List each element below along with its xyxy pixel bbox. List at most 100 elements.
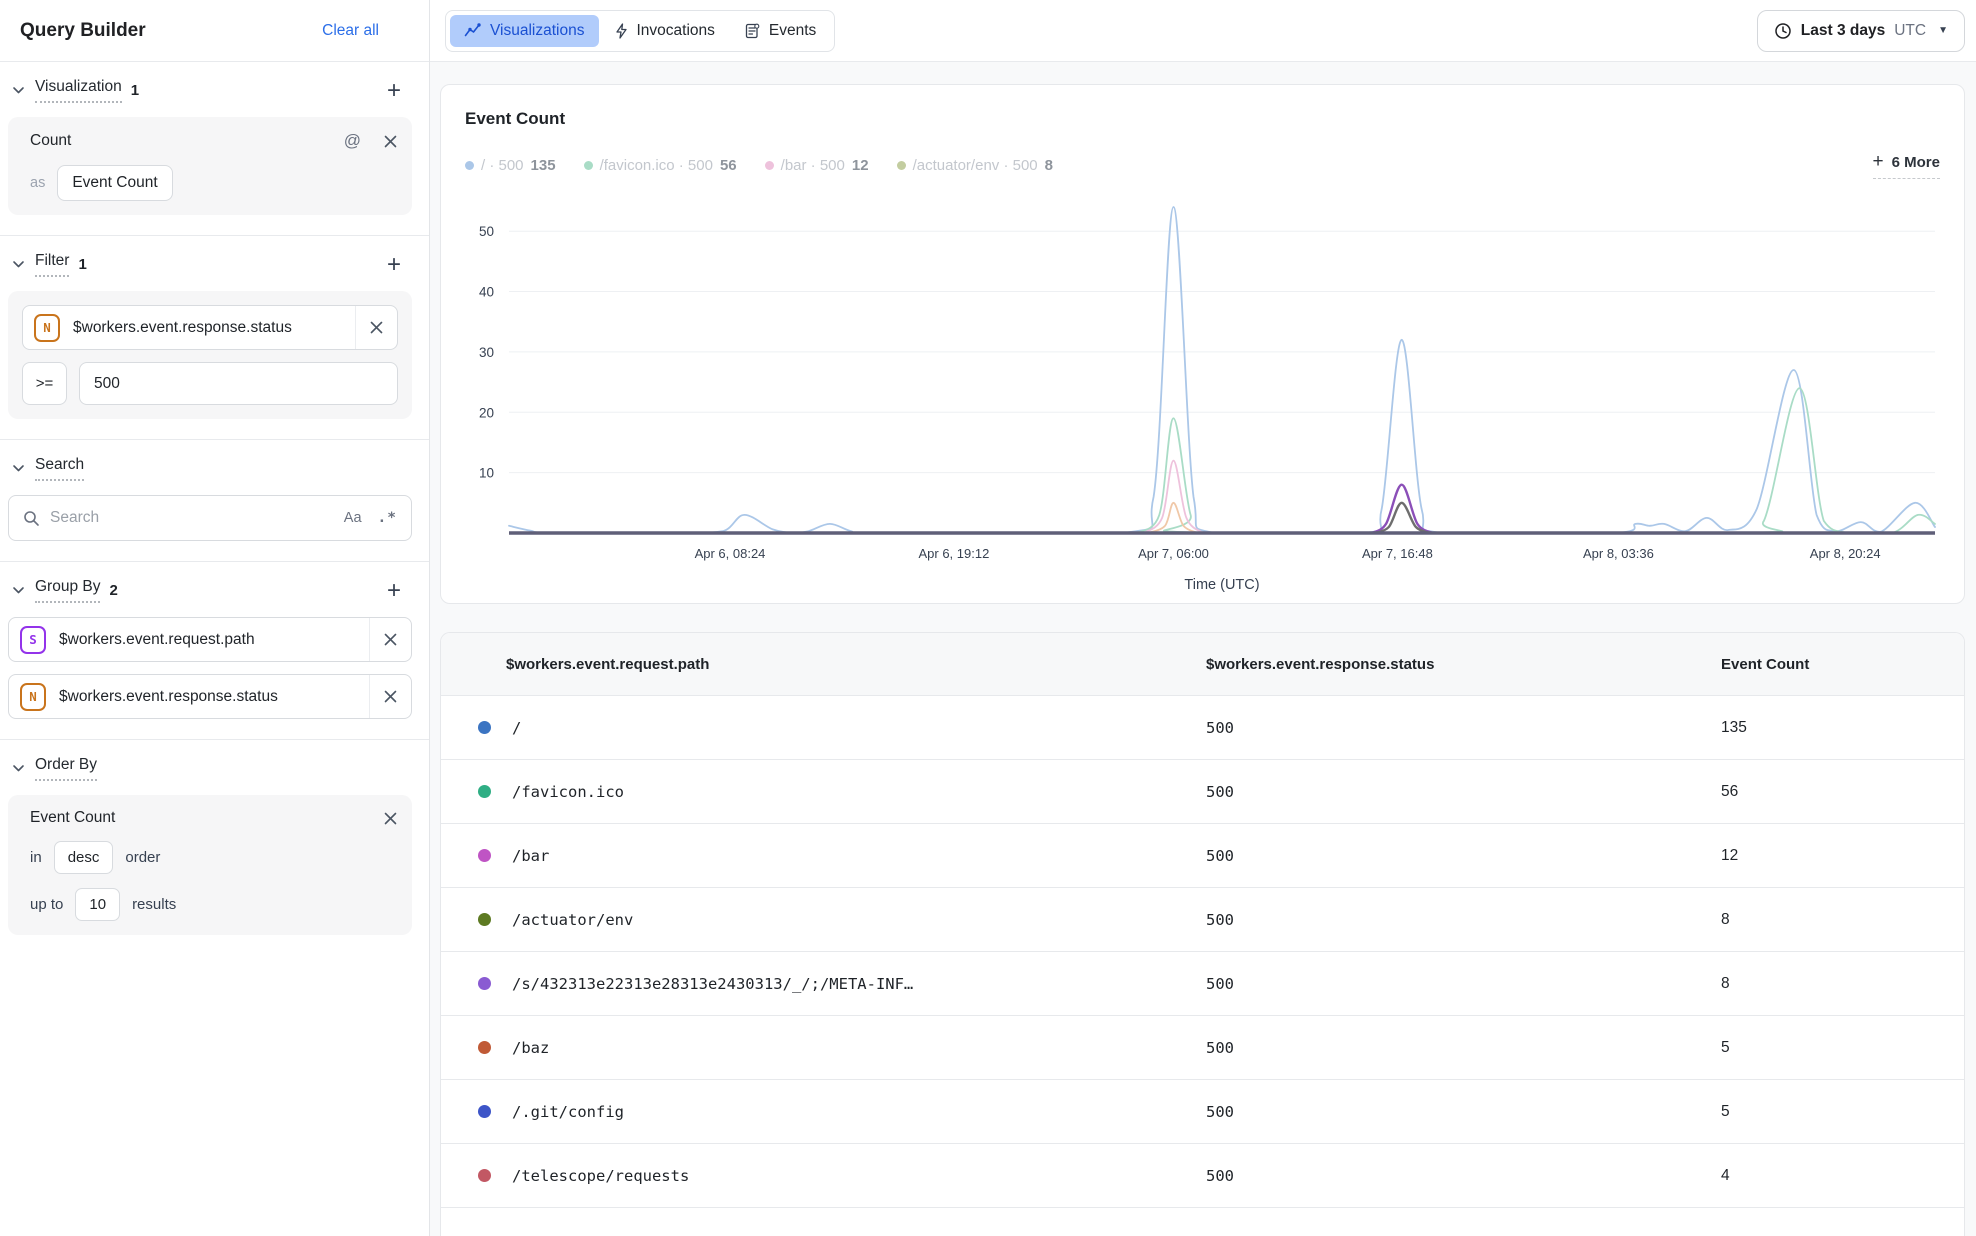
legend-label: /favicon.ico · 500 — [600, 157, 713, 174]
column-header-count[interactable]: Event Count — [1721, 656, 1964, 673]
legend-value: 56 — [720, 157, 737, 174]
case-sensitive-toggle[interactable]: Aa — [344, 510, 362, 526]
time-range-label: Last 3 days — [1801, 22, 1885, 40]
chevron-down-icon[interactable] — [12, 86, 25, 95]
plus-icon: + — [1873, 151, 1884, 173]
count-cell: 56 — [1721, 783, 1964, 801]
table-row[interactable]: /.git/config5005 — [441, 1080, 1964, 1144]
more-series-button[interactable]: + 6 More — [1873, 151, 1940, 179]
visualization-card: Count @ as Event Count — [8, 117, 412, 215]
remove-chip-button[interactable] — [369, 675, 411, 718]
more-label: 6 More — [1892, 154, 1940, 171]
view-tabs: Visualizations Invocations Events — [445, 10, 835, 52]
count-cell: 4 — [1721, 1167, 1964, 1185]
add-group-by-button[interactable]: + — [387, 581, 401, 600]
legend-item[interactable]: /actuator/env · 5008 — [897, 157, 1053, 174]
chart-legend: / · 500135/favicon.ico · 500 56/bar · 500… — [465, 157, 1053, 174]
clock-icon — [1774, 22, 1792, 40]
series-color-dot — [478, 785, 491, 798]
order-by-field: Event Count — [22, 809, 115, 827]
topbar: Visualizations Invocations Events Last 3… — [430, 0, 1976, 62]
svg-text:Apr 7, 16:48: Apr 7, 16:48 — [1362, 546, 1433, 561]
filter-value-input[interactable]: 500 — [79, 362, 398, 405]
filter-count: 1 — [78, 256, 86, 273]
request-path: / — [512, 719, 521, 737]
legend-item[interactable]: /bar · 500 12 — [765, 157, 869, 174]
search-section: Search Aa .* — [0, 440, 429, 561]
svg-text:Apr 7, 06:00: Apr 7, 06:00 — [1138, 546, 1209, 561]
remove-order-by-button[interactable] — [383, 811, 398, 826]
table-row[interactable]: /actuator/env5008 — [441, 888, 1964, 952]
limit-input[interactable]: 10 — [75, 888, 120, 921]
legend-label: /bar · 500 — [781, 157, 845, 174]
chart-card: Event Count / · 500135/favicon.ico · 500… — [440, 84, 1965, 604]
tab-visualizations[interactable]: Visualizations — [450, 15, 599, 47]
svg-text:Time (UTC): Time (UTC) — [1184, 577, 1259, 593]
column-header-path[interactable]: $workers.event.request.path — [441, 656, 1206, 673]
legend-label: /actuator/env · 500 — [913, 157, 1038, 174]
at-icon[interactable]: @ — [344, 131, 361, 151]
order-by-section-title: Order By — [35, 756, 97, 781]
regex-toggle[interactable]: .* — [378, 510, 397, 526]
request-path: /s/432313e22313e28313e2430313/_/;/META-I… — [512, 975, 913, 993]
table-row[interactable]: /baz5005 — [441, 1016, 1964, 1080]
column-header-status[interactable]: $workers.event.response.status — [1206, 656, 1721, 673]
series-color-dot — [478, 721, 491, 734]
results-table: $workers.event.request.path $workers.eve… — [440, 632, 1965, 1236]
filter-card: N $workers.event.response.status >= 500 — [8, 291, 412, 419]
svg-text:40: 40 — [479, 285, 494, 300]
chevron-down-icon[interactable] — [12, 586, 25, 595]
path-cell: /baz — [441, 1039, 1206, 1057]
legend-value: 12 — [852, 157, 869, 174]
add-visualization-button[interactable]: + — [387, 81, 401, 100]
path-cell: /actuator/env — [441, 911, 1206, 929]
add-filter-button[interactable]: + — [387, 255, 401, 274]
legend-item[interactable]: /favicon.ico · 500 56 — [584, 157, 737, 174]
legend-item[interactable]: / · 500135 — [465, 157, 556, 174]
group-by-section: Group By 2 + S$workers.event.request.pat… — [0, 562, 429, 739]
count-cell: 5 — [1721, 1103, 1964, 1121]
direction-select[interactable]: desc — [54, 841, 114, 874]
table-row[interactable]: /bar50012 — [441, 824, 1964, 888]
time-range-selector[interactable]: Last 3 days UTC ▼ — [1757, 10, 1965, 52]
remove-chip-button[interactable] — [369, 618, 411, 661]
order-by-section: Order By Event Count in desc order up to… — [0, 740, 429, 955]
svg-text:Apr 6, 19:12: Apr 6, 19:12 — [918, 546, 989, 561]
filter-operator-select[interactable]: >= — [22, 362, 67, 405]
group-by-field-name[interactable]: $workers.event.response.status — [59, 688, 278, 706]
table-row[interactable]: /500135 — [441, 696, 1964, 760]
request-path: /bar — [512, 847, 549, 865]
chevron-down-icon[interactable] — [12, 260, 25, 269]
series-color-dot — [478, 1041, 491, 1054]
tab-invocations[interactable]: Invocations — [601, 15, 729, 47]
series-color-dot — [478, 1169, 491, 1182]
close-icon[interactable] — [383, 134, 398, 149]
table-header: $workers.event.request.path $workers.eve… — [441, 633, 1964, 696]
filter-field-chip: N $workers.event.response.status — [22, 305, 398, 350]
line-chart-icon — [464, 23, 481, 38]
path-cell: /bar — [441, 847, 1206, 865]
main-area: Visualizations Invocations Events Last 3… — [430, 0, 1976, 1236]
remove-filter-button[interactable] — [355, 306, 397, 349]
alias-input[interactable]: Event Count — [57, 165, 172, 201]
filter-section: Filter 1 + N $workers.event.response.sta… — [0, 236, 429, 439]
svg-text:Apr 6, 08:24: Apr 6, 08:24 — [695, 546, 766, 561]
table-row[interactable]: /telescope/requests5004 — [441, 1144, 1964, 1208]
visualization-count: 1 — [131, 82, 139, 99]
count-cell: 12 — [1721, 847, 1964, 865]
table-row[interactable]: /favicon.ico50056 — [441, 760, 1964, 824]
path-cell: / — [441, 719, 1206, 737]
request-path: /.git/config — [512, 1103, 624, 1121]
group-by-field-name[interactable]: $workers.event.request.path — [59, 631, 255, 649]
search-input[interactable] — [50, 509, 328, 527]
tab-events[interactable]: Events — [731, 15, 830, 47]
group-by-chip: S$workers.event.request.path — [8, 617, 412, 662]
chevron-down-icon[interactable] — [12, 464, 25, 473]
clear-all-link[interactable]: Clear all — [322, 22, 379, 40]
table-row[interactable]: /s/432313e22313e28313e2430313/_/;/META-I… — [441, 952, 1964, 1016]
series-color-dot — [478, 913, 491, 926]
chart-title: Event Count — [465, 109, 1940, 129]
tab-label: Invocations — [637, 22, 715, 40]
chevron-down-icon[interactable] — [12, 764, 25, 773]
filter-field-name[interactable]: $workers.event.response.status — [73, 319, 292, 337]
